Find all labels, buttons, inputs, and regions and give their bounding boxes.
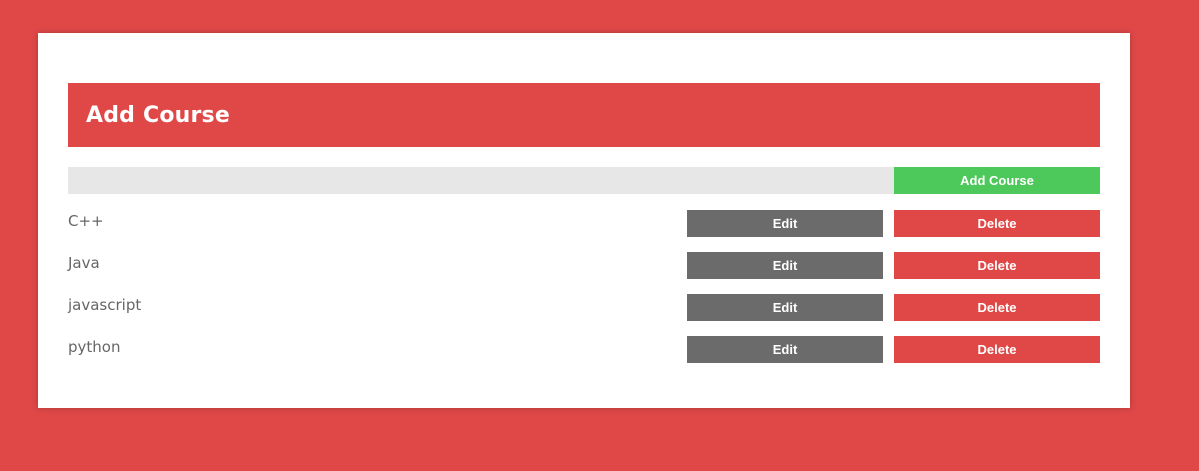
edit-button[interactable]: Edit [687,210,883,237]
add-course-form: Add Course [68,167,1100,194]
course-row: C++ Edit Delete [68,210,1100,237]
course-card: Add Course Add Course C++ Edit Delete Ja… [38,33,1130,408]
course-name: Java [68,254,100,272]
edit-button[interactable]: Edit [687,252,883,279]
course-row: python Edit Delete [68,336,1100,363]
course-row: Java Edit Delete [68,252,1100,279]
add-course-button[interactable]: Add Course [894,167,1100,194]
course-name: python [68,338,121,356]
delete-button[interactable]: Delete [894,252,1100,279]
course-list: C++ Edit Delete Java Edit Delete javascr… [68,210,1100,378]
course-row: javascript Edit Delete [68,294,1100,321]
delete-button[interactable]: Delete [894,210,1100,237]
edit-button[interactable]: Edit [687,336,883,363]
delete-button[interactable]: Delete [894,294,1100,321]
course-name: javascript [68,296,142,314]
edit-button[interactable]: Edit [687,294,883,321]
delete-button[interactable]: Delete [894,336,1100,363]
course-name: C++ [68,212,104,230]
page-title: Add Course [86,102,230,128]
page-header: Add Course [68,83,1100,147]
course-name-input[interactable] [68,167,894,194]
